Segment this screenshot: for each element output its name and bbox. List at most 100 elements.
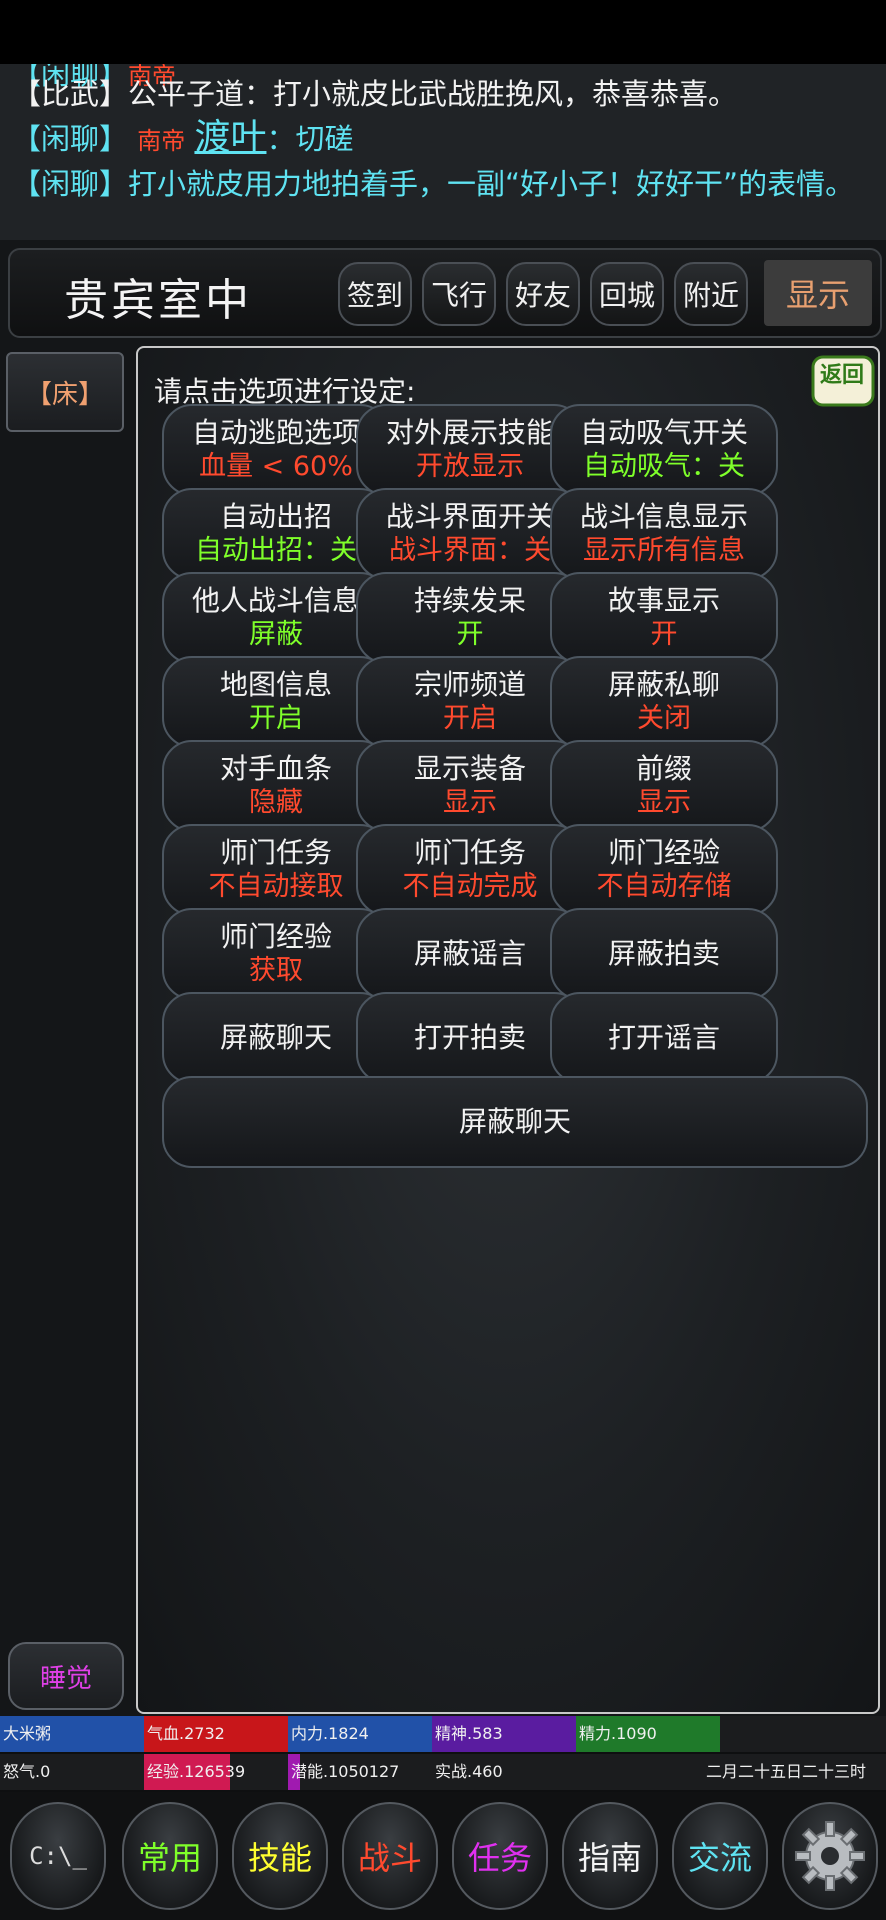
setting-option-label: 师门任务 [413, 836, 526, 869]
setting-option-value: 不自动接取 [208, 871, 344, 902]
setting-option-value: 不自动完成 [402, 871, 538, 902]
setting-option-value: 开 [650, 619, 678, 650]
return-icon[interactable]: 返回 [810, 354, 876, 408]
chat-text: 公平子道：打小就皮比武战胜挽风，恭喜恭喜。 [128, 77, 738, 111]
friends-button[interactable]: 好友 [506, 262, 580, 326]
setting-option-label: 自动吸气开关 [579, 416, 748, 449]
setting-option-label: 他人战斗信息 [191, 584, 360, 617]
setting-option-label: 宗师频道 [413, 668, 526, 701]
location-title: 贵宾室中 [64, 275, 252, 326]
setting-option-label: 故事显示 [607, 584, 720, 617]
setting-option-value: 获取 [249, 955, 303, 986]
setting-option-value: 开启 [443, 703, 497, 734]
chat-log[interactable]: 【闲聊】南帝 【比武】公平子道：打小就皮比武战胜挽风，恭喜恭喜。 【闲聊】 南帝… [0, 64, 886, 240]
console-icon: C:\_ [29, 1842, 87, 1870]
setting-option-value: 开 [456, 619, 484, 650]
setting-option-value: 显示所有信息 [583, 535, 745, 566]
food-status: 大米粥 [0, 1716, 144, 1752]
neili-stat: 内力.1824 [288, 1716, 432, 1752]
setting-option[interactable]: 前缀 显示 [550, 740, 778, 832]
qixue-stat: 气血.2732 [144, 1716, 288, 1752]
shizhan-stat: 实战.460 [432, 1754, 576, 1790]
jingyan-stat: 经验.126539 [144, 1754, 288, 1790]
setting-option-label: 师门任务 [219, 836, 332, 869]
nav-tasks[interactable]: 任务 [452, 1802, 548, 1910]
setting-option-label: 屏蔽拍卖 [607, 937, 720, 970]
setting-option-value: 自动吸气：关 [583, 451, 745, 482]
chat-line: 【比武】公平子道：打小就皮比武战胜挽风，恭喜恭喜。 [12, 74, 737, 114]
qianneng-stat: 潜能.1050127 [288, 1754, 432, 1790]
setting-option-label: 对外展示技能 [385, 416, 554, 449]
setting-option-label: 屏蔽聊天 [458, 1105, 571, 1138]
setting-option-label: 屏蔽谣言 [413, 937, 526, 970]
nearby-button[interactable]: 附近 [674, 262, 748, 326]
checkin-button[interactable]: 签到 [338, 262, 412, 326]
settings-panel: 请点击选项进行设定: 返回 自动逃跑选项 血量 < 60% 对外展示技能 开放显示 自动… [136, 346, 880, 1714]
setting-option[interactable]: 故事显示开 [550, 572, 778, 664]
setting-option-value: 显示 [443, 787, 497, 818]
show-button[interactable]: 显示 [764, 260, 872, 326]
setting-option-label: 自动出招 [219, 500, 332, 533]
console-button[interactable]: C:\_ [10, 1802, 106, 1910]
chat-tag: 【比武】 [12, 77, 129, 111]
status-bar-top [0, 0, 886, 64]
setting-option-value: 血量 < 60% [199, 451, 353, 482]
setting-option[interactable]: 战斗信息显示 显示所有信息 [550, 488, 778, 580]
setting-option-value: 不自动存储 [596, 871, 732, 902]
setting-option-value: 关闭 [637, 703, 691, 734]
chat-tag: 【闲聊】 [12, 167, 129, 201]
setting-option-label: 战斗界面开关 [385, 500, 554, 533]
sleep-button[interactable]: 睡觉 [8, 1642, 124, 1710]
gear-icon [795, 1821, 865, 1891]
stat-empty [720, 1716, 886, 1752]
setting-option-label: 师门经验 [607, 836, 720, 869]
chat-player-link[interactable]: 渡叶 [194, 117, 266, 158]
chat-tag: 【闲聊】 [12, 122, 129, 156]
setting-option-label: 显示装备 [413, 752, 526, 785]
setting-option-value: 开启 [249, 703, 303, 734]
game-date: 二月二十五日二十三时 [576, 1754, 886, 1790]
chat-line: 【闲聊】 南帝 渡叶：切磋 [12, 118, 353, 161]
nav-battle[interactable]: 战斗 [342, 1802, 438, 1910]
setting-option-value: 自动出招：关 [195, 535, 357, 566]
setting-option-value: 隐藏 [249, 787, 303, 818]
nav-skills[interactable]: 技能 [232, 1802, 328, 1910]
fly-button[interactable]: 飞行 [422, 262, 496, 326]
status-panel: 大米粥 气血.2732 内力.1824 精神.583 精力.1090 怒气.0 … [0, 1716, 886, 1792]
setting-option-label: 师门经验 [219, 920, 332, 953]
settings-button[interactable] [782, 1802, 878, 1910]
setting-option-label: 打开拍卖 [413, 1021, 526, 1054]
setting-option-label: 对手血条 [219, 752, 332, 785]
chat-text: 打小就皮用力地拍着手，一副“好小子！好好干”的表情。 [128, 167, 855, 201]
nuqi-stat: 怒气.0 [0, 1754, 144, 1790]
bed-button[interactable]: 【床】 [6, 352, 124, 432]
setting-option-value: 开放显示 [416, 451, 524, 482]
bottom-nav: C:\_ 常用 技能 战斗 任务 指南 交流 [0, 1792, 886, 1920]
nav-social[interactable]: 交流 [672, 1802, 768, 1910]
setting-option-label: 屏蔽私聊 [607, 668, 720, 701]
setting-option[interactable]: 自动吸气开关 自动吸气：关 [550, 404, 778, 496]
nav-common[interactable]: 常用 [122, 1802, 218, 1910]
chat-line: 【闲聊】打小就皮用力地拍着手，一副“好小子！好好干”的表情。 [12, 164, 854, 204]
setting-option-value: 屏蔽 [249, 619, 303, 650]
setting-option-label: 持续发呆 [413, 584, 526, 617]
chat-text: ：切磋 [266, 122, 354, 156]
setting-option-label: 打开谣言 [607, 1021, 720, 1054]
setting-option-value: 显示 [637, 787, 691, 818]
setting-option[interactable]: 打开谣言 [550, 992, 778, 1084]
setting-option-label: 战斗信息显示 [579, 500, 748, 533]
location-bar: 贵宾室中 签到 飞行 好友 回城 附近 显示 [8, 248, 882, 338]
setting-option[interactable]: 屏蔽私聊 关闭 [550, 656, 778, 748]
setting-option-value: 战斗界面：关 [389, 535, 551, 566]
svg-text:返回: 返回 [820, 363, 864, 388]
setting-option[interactable]: 屏蔽拍卖 [550, 908, 778, 1000]
return-city-button[interactable]: 回城 [590, 262, 664, 326]
setting-option-label: 地图信息 [219, 668, 332, 701]
setting-option-label: 前缀 [635, 752, 692, 785]
setting-option-label: 屏蔽聊天 [219, 1021, 332, 1054]
nav-guide[interactable]: 指南 [562, 1802, 658, 1910]
setting-option-label: 自动逃跑选项 [191, 416, 360, 449]
jingli-stat: 精力.1090 [576, 1716, 720, 1752]
setting-option[interactable]: 师门经验 不自动存储 [550, 824, 778, 916]
setting-option[interactable]: 屏蔽聊天 [162, 1076, 868, 1168]
